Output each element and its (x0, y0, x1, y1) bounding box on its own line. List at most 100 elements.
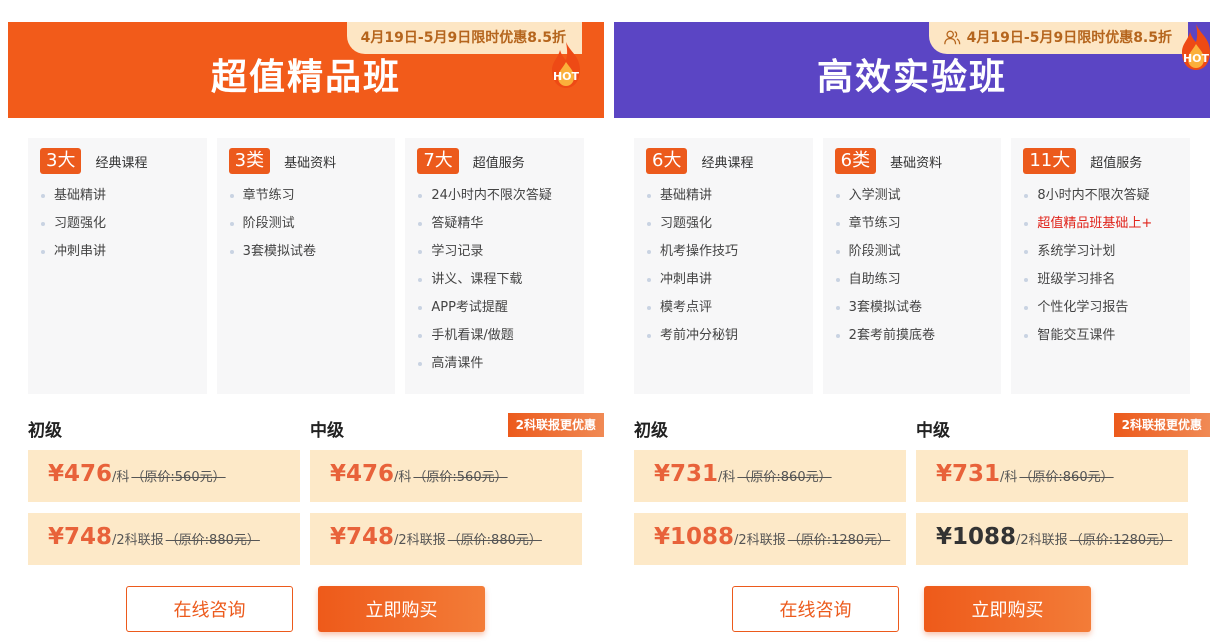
column-title: 基础资料 (890, 155, 943, 171)
list-item: 阶段测试 (229, 210, 384, 238)
original-price: （原价:880元） (447, 533, 542, 548)
column-badge: 3大 (40, 148, 82, 174)
feature-column-courses: 3大 经典课程 基础精讲 习题强化 冲刺串讲 (28, 138, 207, 394)
consult-button[interactable]: 在线咨询 (126, 586, 293, 632)
feature-column-services: 11大 超值服务 8小时内不限次答疑 超值精品班基础上+ 系统学习计划 班级学习排… (1011, 138, 1191, 394)
list-item: 冲刺串讲 (646, 266, 801, 294)
hot-label: HOT (553, 70, 580, 83)
list-item: 个性化学习报告 (1023, 294, 1178, 322)
list-item: 习题强化 (40, 210, 195, 238)
flame-hot-icon: HOT (1182, 24, 1210, 70)
price-option[interactable]: ¥476/科 （原价:560元） (28, 450, 300, 502)
price-amount: ¥748 (330, 524, 395, 550)
price-amount: ¥731 (936, 461, 1001, 487)
list-item: 8小时内不限次答疑 (1023, 182, 1178, 210)
list-item: 学习记录 (417, 238, 572, 266)
price-option[interactable]: ¥731/科 （原价:860元） (634, 450, 906, 502)
list-item: 冲刺串讲 (40, 238, 195, 266)
price-option[interactable]: ¥1088/2科联报 （原价:1280元） (916, 513, 1188, 565)
price-amount: ¥731 (654, 461, 719, 487)
list-item: 2套考前摸底卷 (835, 322, 990, 350)
list-item: 24小时内不限次答疑 (417, 182, 572, 210)
promo-text: 4月19日-5月9日限时优惠8.5折 (966, 30, 1172, 46)
list-item: 系统学习计划 (1023, 238, 1178, 266)
list-item: 答疑精华 (417, 210, 572, 238)
feature-column-services: 7大 超值服务 24小时内不限次答疑 答疑精华 学习记录 讲义、课程下载 APP考… (405, 138, 585, 394)
column-title: 经典课程 (701, 155, 754, 171)
list-item: 基础精讲 (646, 182, 801, 210)
price-amount: ¥1088 (654, 524, 735, 550)
list-item: 讲义、课程下载 (417, 266, 572, 294)
list-item: 3套模拟试卷 (835, 294, 990, 322)
price-unit: /科 (718, 470, 736, 485)
list-item: 习题强化 (646, 210, 801, 238)
column-title: 超值服务 (1090, 155, 1143, 171)
price-option[interactable]: ¥476/科 （原价:560元） (310, 450, 582, 502)
card-header: 高效实验班 4月19日-5月9日限时优惠8.5折 HOT (614, 22, 1210, 118)
price-amount: ¥748 (48, 524, 113, 550)
price-amount: ¥476 (48, 461, 113, 487)
price-option[interactable]: ¥1088/2科联报 （原价:1280元） (634, 513, 906, 565)
feature-column-materials: 3类 基础资料 章节练习 阶段测试 3套模拟试卷 (216, 138, 396, 394)
price-unit: /科 (394, 470, 412, 485)
user-group-icon (943, 30, 960, 45)
feature-columns: 3大 经典课程 基础精讲 习题强化 冲刺串讲 3类 基础资料 章节练习 阶段测试 3… (28, 138, 585, 394)
list-item: 入学测试 (835, 182, 990, 210)
column-badge: 3类 (228, 148, 271, 174)
list-item: 基础精讲 (40, 182, 195, 210)
column-badge: 7大 (417, 148, 459, 174)
original-price: （原价:1280元） (787, 533, 891, 548)
promo-banner: 4月19日-5月9日限时优惠8.5折 (928, 22, 1188, 54)
list-item: 手机看课/做题 (417, 322, 572, 350)
column-title: 超值服务 (472, 155, 525, 171)
buy-now-button[interactable]: 立即购买 (924, 586, 1091, 632)
original-price: （原价:860元） (737, 470, 832, 485)
price-unit: /2科联报 (112, 533, 164, 548)
price-unit: /科 (112, 470, 130, 485)
card-header: 超值精品班 4月19日-5月9日限时优惠8.5折 HOT (8, 22, 604, 118)
flame-hot-icon: HOT (552, 42, 580, 88)
feature-columns: 6大 经典课程 基础精讲 习题强化 机考操作技巧 冲刺串讲 模考点评 考前冲分秘钥… (634, 138, 1191, 394)
column-title: 经典课程 (95, 155, 148, 171)
combo-discount-tag: 2科联报更优惠 (507, 413, 604, 437)
buy-now-button[interactable]: 立即购买 (318, 586, 485, 632)
promo-text: 4月19日-5月9日限时优惠8.5折 (360, 30, 566, 46)
price-option[interactable]: ¥748/2科联报 （原价:880元） (310, 513, 582, 565)
price-option[interactable]: ¥748/2科联报 （原价:880元） (28, 513, 300, 565)
column-badge: 6大 (646, 148, 688, 174)
list-item: 智能交互课件 (1023, 322, 1178, 350)
price-amount: ¥1088 (936, 524, 1017, 550)
combo-discount-tag: 2科联报更优惠 (1113, 413, 1210, 437)
list-item: 章节练习 (835, 210, 990, 238)
list-item-highlight: 超值精品班基础上+ (1023, 210, 1178, 238)
column-badge: 11大 (1023, 148, 1077, 174)
consult-button[interactable]: 在线咨询 (732, 586, 899, 632)
course-card-efficient: 高效实验班 4月19日-5月9日限时优惠8.5折 HOT 6大 经典课程 基础精讲… (614, 0, 1210, 642)
column-badge: 6类 (834, 148, 877, 174)
level-label-intermediate: 中级 (310, 421, 344, 441)
list-item: 阶段测试 (835, 238, 990, 266)
price-unit: /2科联报 (734, 533, 786, 548)
list-item: 模考点评 (646, 294, 801, 322)
column-title: 基础资料 (284, 155, 337, 171)
card-title: 高效实验班 (816, 57, 1007, 98)
feature-column-courses: 6大 经典课程 基础精讲 习题强化 机考操作技巧 冲刺串讲 模考点评 考前冲分秘钥 (634, 138, 813, 394)
original-price: （原价:860元） (1019, 470, 1114, 485)
level-label-junior: 初级 (634, 421, 668, 441)
price-unit: /2科联报 (1016, 533, 1068, 548)
list-item: APP考试提醒 (417, 294, 572, 322)
list-item: 机考操作技巧 (646, 238, 801, 266)
original-price: （原价:560元） (131, 470, 226, 485)
list-item: 3套模拟试卷 (229, 238, 384, 266)
course-card-premium: 超值精品班 4月19日-5月9日限时优惠8.5折 HOT 3大 经典课程 基础精讲… (8, 0, 604, 642)
card-title: 超值精品班 (210, 57, 401, 98)
price-amount: ¥476 (330, 461, 395, 487)
level-label-junior: 初级 (28, 421, 62, 441)
list-item: 章节练习 (229, 182, 384, 210)
price-option[interactable]: ¥731/科 （原价:860元） (916, 450, 1188, 502)
list-item: 班级学习排名 (1023, 266, 1178, 294)
list-item: 考前冲分秘钥 (646, 322, 801, 350)
price-unit: /科 (1000, 470, 1018, 485)
original-price: （原价:1280元） (1069, 533, 1173, 548)
original-price: （原价:880元） (165, 533, 260, 548)
